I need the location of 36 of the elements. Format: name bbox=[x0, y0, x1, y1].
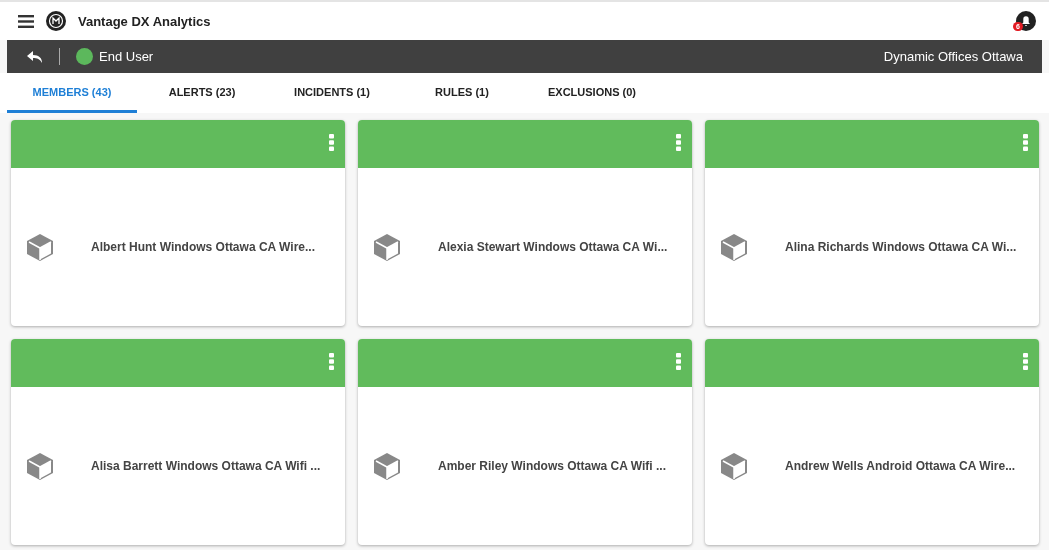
more-icon[interactable] bbox=[1023, 353, 1028, 370]
member-card[interactable]: Alisa Barrett Windows Ottawa CA Wifi ... bbox=[11, 339, 345, 545]
member-name: Alina Richards Windows Ottawa CA Wi... bbox=[785, 240, 1017, 254]
more-icon[interactable] bbox=[329, 134, 334, 151]
back-icon[interactable] bbox=[27, 49, 43, 64]
member-card[interactable]: Andrew Wells Android Ottawa CA Wire... bbox=[705, 339, 1039, 545]
cube-icon bbox=[371, 450, 403, 482]
member-name: Albert Hunt Windows Ottawa CA Wire... bbox=[91, 240, 315, 254]
member-name: Andrew Wells Android Ottawa CA Wire... bbox=[785, 459, 1016, 473]
cube-icon bbox=[371, 231, 403, 263]
member-card[interactable]: Albert Hunt Windows Ottawa CA Wire... bbox=[11, 120, 345, 326]
location-label: Dynamic Offices Ottawa bbox=[883, 49, 1023, 64]
cube-icon bbox=[718, 450, 750, 482]
member-name: Amber Riley Windows Ottawa CA Wifi ... bbox=[438, 459, 667, 473]
member-card[interactable]: Alina Richards Windows Ottawa CA Wi... bbox=[705, 120, 1039, 326]
more-icon[interactable] bbox=[329, 353, 334, 370]
more-icon[interactable] bbox=[676, 353, 681, 370]
tab[interactable]: RULES (1) bbox=[397, 73, 527, 113]
member-name: Alexia Stewart Windows Ottawa CA Wi... bbox=[438, 240, 668, 254]
tab[interactable]: MEMBERS (43) bbox=[7, 73, 137, 113]
more-icon[interactable] bbox=[676, 134, 681, 151]
member-name: Alisa Barrett Windows Ottawa CA Wifi ... bbox=[91, 459, 321, 473]
more-icon[interactable] bbox=[1023, 134, 1028, 151]
member-card[interactable]: Amber Riley Windows Ottawa CA Wifi ... bbox=[358, 339, 692, 545]
app-title: Vantage DX Analytics bbox=[78, 13, 211, 29]
tab[interactable]: ALERTS (23) bbox=[137, 73, 267, 113]
cube-icon bbox=[24, 231, 56, 263]
tab[interactable]: INCIDENTS (1) bbox=[267, 73, 397, 113]
notification-bell-icon[interactable] bbox=[1015, 10, 1037, 32]
logo-icon bbox=[46, 11, 66, 31]
cube-icon bbox=[718, 231, 750, 263]
tab[interactable]: EXCLUSIONS (0) bbox=[527, 73, 657, 113]
cube-icon bbox=[24, 450, 56, 482]
role-label: End User bbox=[99, 49, 154, 64]
member-card[interactable]: Alexia Stewart Windows Ottawa CA Wi... bbox=[358, 120, 692, 326]
menu-icon[interactable] bbox=[18, 14, 34, 28]
